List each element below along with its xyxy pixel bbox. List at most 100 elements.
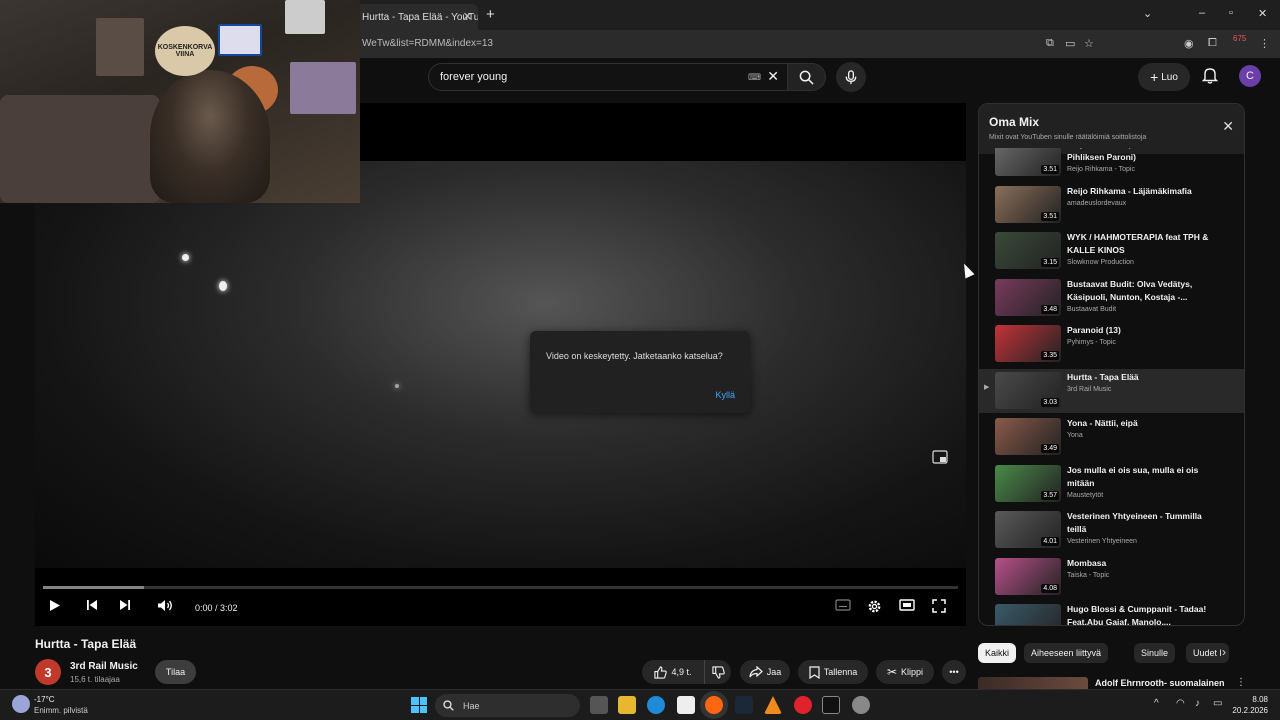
progress-bar[interactable] xyxy=(43,586,958,589)
minimize-icon[interactable]: – xyxy=(1199,7,1205,19)
subtitles-icon[interactable] xyxy=(835,599,851,611)
playlist-item-title[interactable]: Reijo Rihkama - Läjämäkimafia xyxy=(1067,185,1217,198)
speaker-icon[interactable]: ♪ xyxy=(1195,698,1200,709)
filter-chip[interactable]: Aiheeseen liittyvä xyxy=(1024,643,1109,663)
filter-chip[interactable]: Sinulle xyxy=(1134,643,1176,663)
search-query[interactable]: forever young xyxy=(440,71,507,83)
playlist-thumbnail[interactable]: 3.49 xyxy=(995,418,1061,455)
weather-description[interactable]: Enimm. pilvistä xyxy=(34,706,88,715)
url-text[interactable]: WeTw&list=RDMM&index=13 xyxy=(362,38,493,49)
close-playlist-icon[interactable]: ✕ xyxy=(1222,118,1234,135)
playlist-thumbnail[interactable]: 3.35 xyxy=(995,325,1061,362)
clip-button[interactable]: ✂ Klippi xyxy=(876,660,934,684)
playlist-item-title[interactable]: WYK / HAHMOTERAPIA feat TPH & KALLE KINO… xyxy=(1067,231,1217,257)
playlist-thumbnail[interactable]: 3.57 xyxy=(995,464,1061,502)
next-icon[interactable] xyxy=(119,599,131,611)
recommendation-thumbnail[interactable] xyxy=(978,677,1088,689)
playlist-thumbnail[interactable]: 3.51 xyxy=(995,185,1061,223)
playlist-thumbnail[interactable]: 4.08 xyxy=(995,557,1061,595)
playlist-item[interactable]: 3.15 WYK / HAHMOTERAPIA feat TPH & KALLE … xyxy=(979,229,1244,273)
notifications-bell-icon[interactable] xyxy=(1201,67,1219,89)
tab-list-icon[interactable]: ⌄ xyxy=(1143,7,1152,20)
subscribe-button[interactable]: Tilaa xyxy=(155,660,196,684)
playlist-thumbnail[interactable]: 3.51 xyxy=(995,148,1061,176)
playlist-item-title[interactable]: Jos mulla ei ois sua, mulla ei ois mitää… xyxy=(1067,464,1217,490)
playlist-item-title[interactable]: Vesterinen Yhtyeineen - Tummilla teillä xyxy=(1067,510,1217,536)
obs-icon[interactable] xyxy=(852,696,870,714)
start-menu-icon[interactable] xyxy=(411,697,427,713)
filter-chip[interactable]: Kaikki xyxy=(978,643,1017,663)
channel-avatar[interactable]: 3 xyxy=(35,659,61,685)
profile-icon[interactable]: ◉ xyxy=(1184,37,1194,50)
vlc-icon[interactable] xyxy=(764,696,782,714)
chips-next-icon[interactable]: › xyxy=(1222,645,1226,659)
playlist-item-title[interactable]: Hurtta - Tapa Elää xyxy=(1067,371,1217,384)
tab-close-icon[interactable]: ✕ xyxy=(463,10,472,23)
extension-badge[interactable]: 675 xyxy=(1233,34,1246,43)
task-view-icon[interactable] xyxy=(590,696,608,714)
playlist-item-title[interactable]: Reijo on Retro (feat. Ensio Soikkeli & P… xyxy=(1067,148,1217,164)
weather-temperature[interactable]: -17°C xyxy=(34,695,55,704)
playlist-item[interactable]: 3.48 Bustaavat Budit: Olva Vedätys, Käsip… xyxy=(979,276,1244,320)
cast-icon[interactable]: ▭ xyxy=(1065,37,1075,50)
playlist-item-title[interactable]: Bustaavat Budit: Olva Vedätys, Käsipuoli… xyxy=(1067,278,1217,304)
playlist-item-title[interactable]: Hugo Blossi & Cumppanit - Tadaa! Feat.Ab… xyxy=(1067,603,1217,625)
playlist-item-title[interactable]: Paranoid (13) xyxy=(1067,324,1217,337)
playlist-item[interactable]: 3.57 Jos mulla ei ois sua, mulla ei ois m… xyxy=(979,462,1244,506)
terminal-icon[interactable] xyxy=(822,696,840,714)
playlist-item[interactable]: 4.08 Mombasa Taiska - Topic xyxy=(979,555,1244,599)
bookmark-star-icon[interactable]: ☆ xyxy=(1084,37,1094,50)
save-button[interactable]: Tallenna xyxy=(798,660,868,684)
opera-icon[interactable] xyxy=(794,696,812,714)
settings-gear-icon[interactable] xyxy=(867,599,882,614)
account-avatar[interactable]: C xyxy=(1239,65,1261,87)
extensions-icon[interactable]: ⧠ xyxy=(1208,37,1217,50)
playlist-item[interactable]: ▶ 3.03 Hurtta - Tapa Elää 3rd Rail Music xyxy=(979,368,1244,413)
playlist-item-title[interactable]: Yona - Nättii, eipä xyxy=(1067,417,1217,430)
playlist-item[interactable]: 4.01 Vesterinen Yhtyeineen - Tummilla tei… xyxy=(979,508,1244,552)
maximize-icon[interactable]: ▫ xyxy=(1229,7,1233,19)
more-actions-button[interactable]: ••• xyxy=(942,660,966,684)
previous-icon[interactable] xyxy=(86,599,98,611)
playlist-item-title[interactable]: Mombasa xyxy=(1067,557,1217,570)
search-input[interactable]: forever young ⌨ ✕ xyxy=(428,63,788,91)
playlist-item[interactable]: 3.51 Reijo Rihkama - Läjämäkimafia amadeus… xyxy=(979,183,1244,227)
taskbar-search[interactable]: Hae xyxy=(435,694,580,717)
store-icon[interactable] xyxy=(677,696,695,714)
playlist-thumbnail[interactable]: 3.48 xyxy=(995,278,1061,316)
network-icon[interactable]: ◠ xyxy=(1176,698,1185,709)
play-icon[interactable] xyxy=(49,599,61,612)
playlist-item[interactable]: 3.49 Yona - Nättii, eipä Yona xyxy=(979,415,1244,459)
create-button[interactable]: + Luo xyxy=(1138,63,1190,91)
firefox-icon[interactable] xyxy=(705,696,723,714)
playlist-item[interactable]: 3.35 Paranoid (13) Pyhimys - Topic xyxy=(979,322,1244,366)
edge-icon[interactable] xyxy=(647,696,665,714)
menu-dots-icon[interactable]: ⋮ xyxy=(1259,37,1270,50)
continue-watching-button[interactable]: Kyllä xyxy=(715,390,735,400)
recommendation-title[interactable]: Adolf Ehrnrooth- suomalainen xyxy=(1095,678,1225,688)
playlist-item[interactable]: 4.47 Hugo Blossi & Cumppanit - Tadaa! Fea… xyxy=(979,601,1244,625)
video-frame[interactable] xyxy=(35,161,966,568)
search-button[interactable] xyxy=(788,63,826,91)
miniplayer-icon[interactable] xyxy=(932,450,948,469)
playlist-thumbnail[interactable]: 3.15 xyxy=(995,232,1061,269)
volume-icon[interactable] xyxy=(157,599,173,612)
playlist-thumbnail[interactable]: 4.01 xyxy=(995,511,1061,548)
playlist-thumbnail[interactable]: 4.47 xyxy=(995,604,1061,625)
fullscreen-icon[interactable] xyxy=(932,599,946,613)
system-clock[interactable]: 8.08 20.2.2026 xyxy=(1232,694,1268,716)
keyboard-icon[interactable]: ⌨ xyxy=(748,72,761,83)
share-button[interactable]: Jaa xyxy=(740,660,790,684)
channel-name[interactable]: 3rd Rail Music xyxy=(70,661,138,672)
recommendation-menu-icon[interactable]: ⋮ xyxy=(1236,677,1246,688)
playlist-thumbnail[interactable]: 3.03 xyxy=(995,371,1061,409)
close-window-icon[interactable]: ✕ xyxy=(1258,7,1267,20)
steam-icon[interactable] xyxy=(735,696,753,714)
battery-icon[interactable]: ▭ xyxy=(1213,698,1222,709)
tray-chevron-icon[interactable]: ^ xyxy=(1154,698,1159,709)
dislike-button[interactable] xyxy=(704,660,731,684)
theater-mode-icon[interactable] xyxy=(899,599,915,611)
new-tab-icon[interactable]: + xyxy=(486,6,495,23)
browser-tab[interactable]: Hurtta - Tapa Elää - YouTube ✕ xyxy=(356,4,478,30)
file-explorer-icon[interactable] xyxy=(618,696,636,714)
